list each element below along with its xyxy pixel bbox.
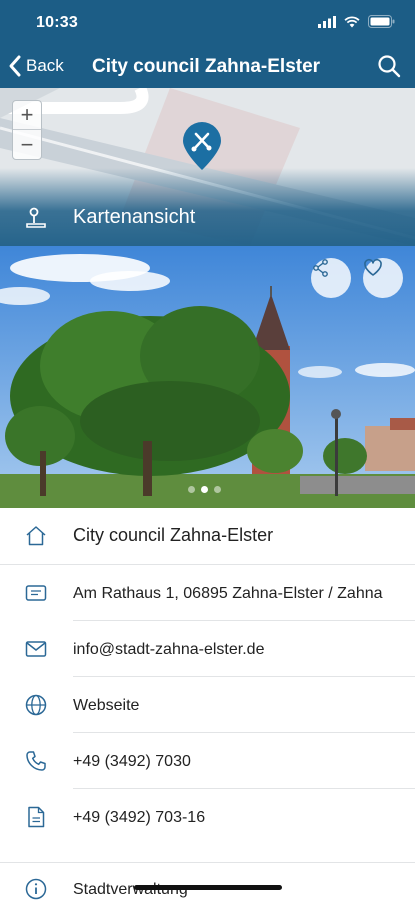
status-icons (318, 15, 395, 28)
globe-icon (24, 693, 48, 717)
zoom-in-button[interactable]: + (13, 101, 41, 130)
carousel-indicator (188, 486, 221, 493)
page-title: City council Zahna-Elster (92, 56, 321, 77)
map-view-link[interactable]: Kartenansicht (0, 198, 415, 238)
search-icon (378, 55, 401, 78)
zoom-control: + − (12, 100, 42, 160)
location-person-icon (26, 207, 46, 228)
name-row: City council Zahna-Elster (0, 508, 415, 563)
favorite-button[interactable] (363, 258, 403, 298)
email-link: info@stadt-zahna-elster.de (73, 640, 265, 658)
category-row: Stadtverwaltung (0, 864, 415, 900)
document-icon (24, 805, 48, 829)
photo-carousel[interactable] (0, 246, 415, 508)
town-hall-photo (0, 246, 415, 508)
share-icon (313, 259, 328, 277)
carousel-dot-active[interactable] (201, 486, 208, 493)
navigation-bar: Back City council Zahna-Elster (0, 44, 415, 88)
home-icon (24, 524, 48, 548)
status-bar: 10:33 (0, 0, 415, 44)
signal-icon (318, 15, 336, 28)
info-icon (24, 877, 48, 900)
fax-row[interactable]: +49 (3492) 703-16 (0, 789, 415, 845)
app-header: 10:33 Back City council Zahna-Elster (0, 0, 415, 88)
zoom-out-button[interactable]: − (13, 130, 41, 159)
chevron-left-icon (9, 55, 21, 77)
map-view-label: Kartenansicht (73, 206, 196, 228)
phone-row[interactable]: +49 (3492) 7030 (0, 733, 415, 789)
tools-pin-icon (183, 122, 221, 170)
address-row[interactable]: Am Rathaus 1, 06895 Zahna-Elster / Zahna (0, 565, 415, 621)
map-preview[interactable]: + − Kartenansicht (0, 88, 415, 246)
carousel-dot[interactable] (214, 486, 221, 493)
back-label: Back (26, 56, 64, 75)
email-row[interactable]: info@stadt-zahna-elster.de (0, 621, 415, 677)
mail-icon (24, 637, 48, 661)
website-link: Webseite (73, 696, 140, 714)
status-time: 10:33 (36, 14, 78, 31)
divider (0, 862, 415, 863)
wifi-icon (344, 15, 360, 27)
phone-number: +49 (3492) 7030 (73, 752, 191, 770)
home-indicator[interactable] (134, 885, 282, 890)
website-row[interactable]: Webseite (0, 677, 415, 733)
carousel-dot[interactable] (188, 486, 195, 493)
fax-number: +49 (3492) 703-16 (73, 808, 206, 826)
heart-icon (364, 258, 382, 276)
search-button[interactable] (377, 54, 401, 83)
phone-icon (24, 749, 48, 773)
address-card-icon (24, 581, 48, 605)
place-name: City council Zahna-Elster (73, 525, 274, 545)
address-text: Am Rathaus 1, 06895 Zahna-Elster / Zahna (73, 584, 383, 602)
battery-icon (368, 15, 395, 28)
back-button[interactable]: Back (8, 54, 64, 78)
share-button[interactable] (311, 258, 351, 298)
